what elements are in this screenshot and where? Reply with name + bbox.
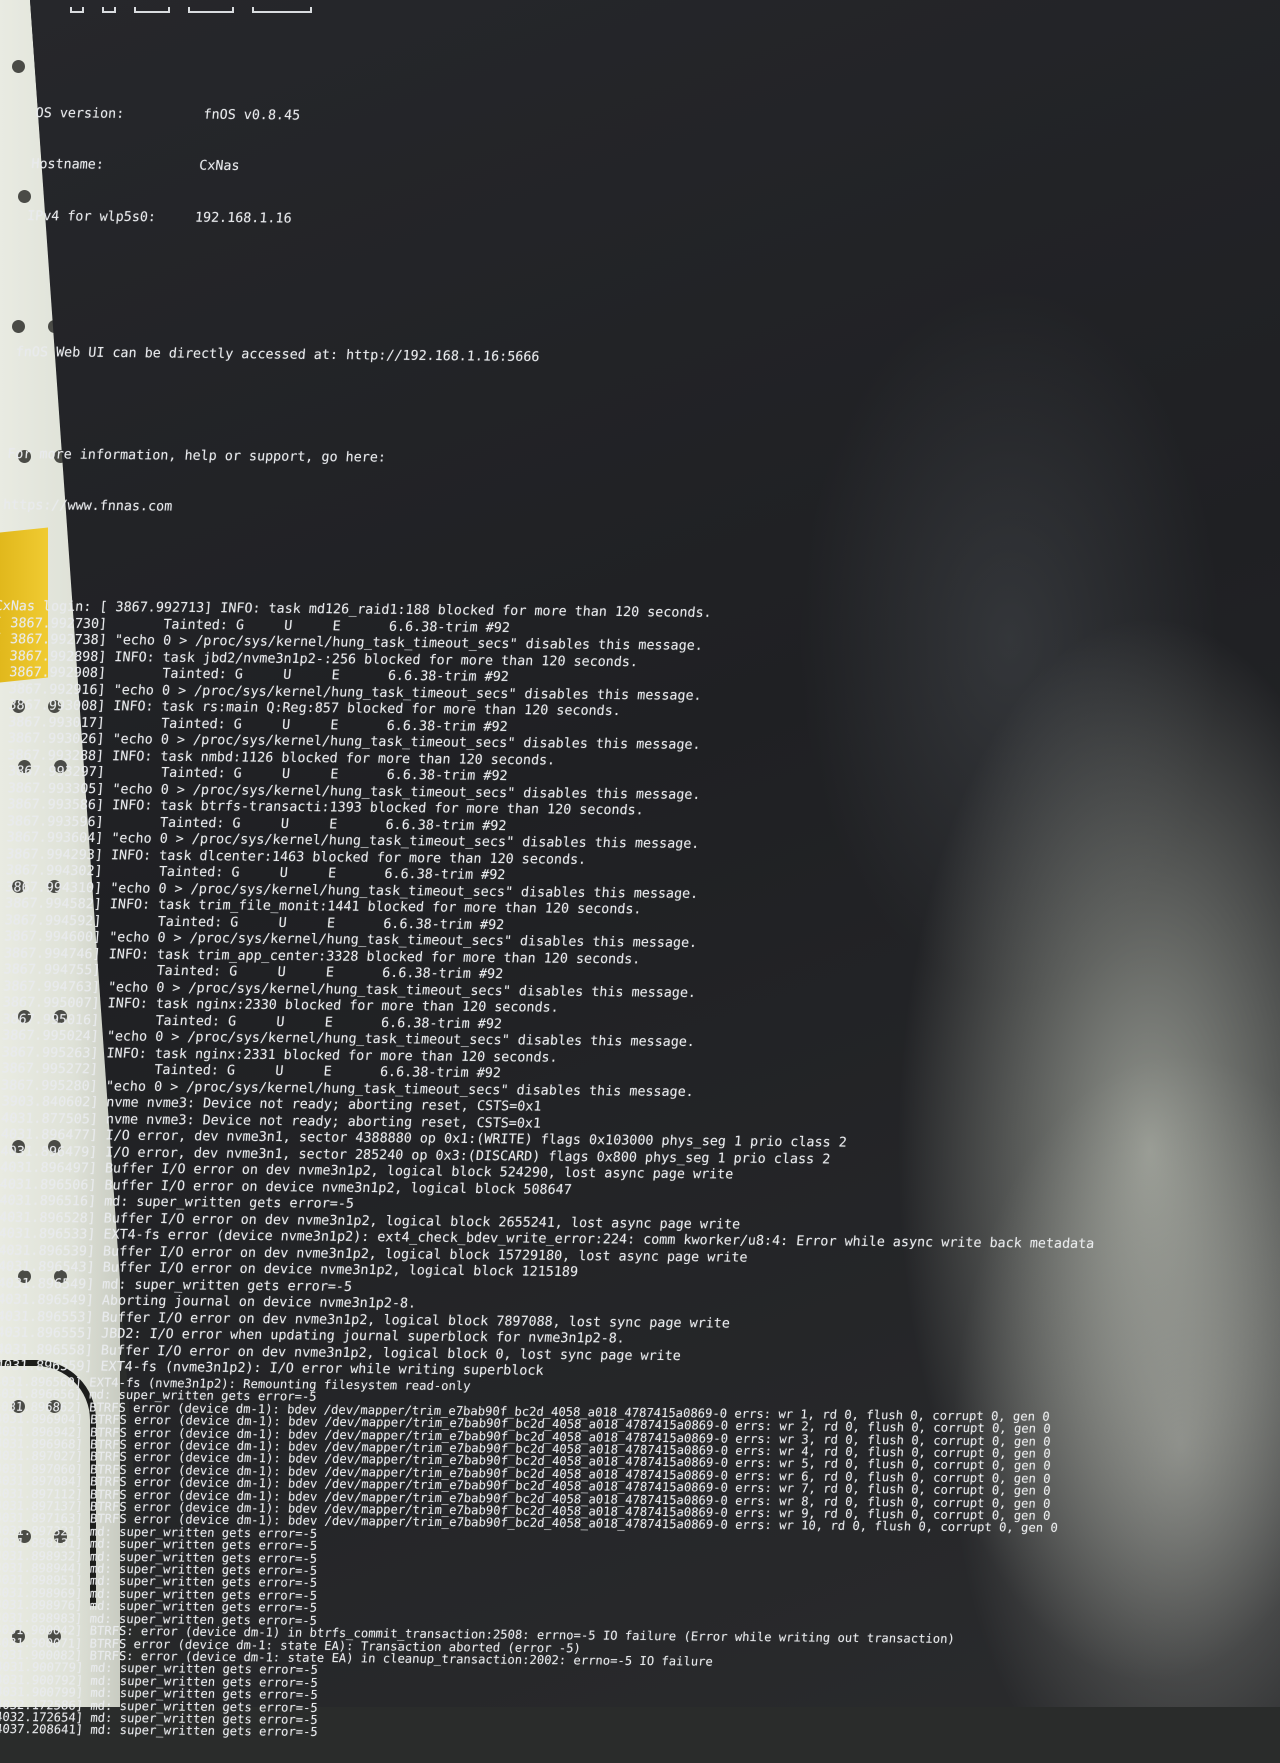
pegboard-hole xyxy=(12,60,25,73)
web-ui-line: fnOS Web UI can be directly accessed at:… xyxy=(15,344,540,365)
kernel-log: CxNas login: [ 3867.992713] INFO: task m… xyxy=(0,599,1184,1746)
system-info: OS version: fnOS v0.8.45 Hostname: CxNas I… xyxy=(23,70,1228,270)
info-os-version: OS version: fnOS v0.8.45 xyxy=(34,105,301,124)
info-hostname: Hostname: CxNas xyxy=(30,157,241,175)
console-output: OS version: fnOS v0.8.45 Hostname: CxNas I… xyxy=(0,36,1231,1739)
support-url: https://www.fnnas.com xyxy=(2,498,173,516)
top-window-edges xyxy=(70,0,330,13)
support-line: For more information, help or support, g… xyxy=(6,446,387,466)
info-ipv4: IPv4 for wlp5s0: 192.168.1.16 xyxy=(26,208,293,227)
